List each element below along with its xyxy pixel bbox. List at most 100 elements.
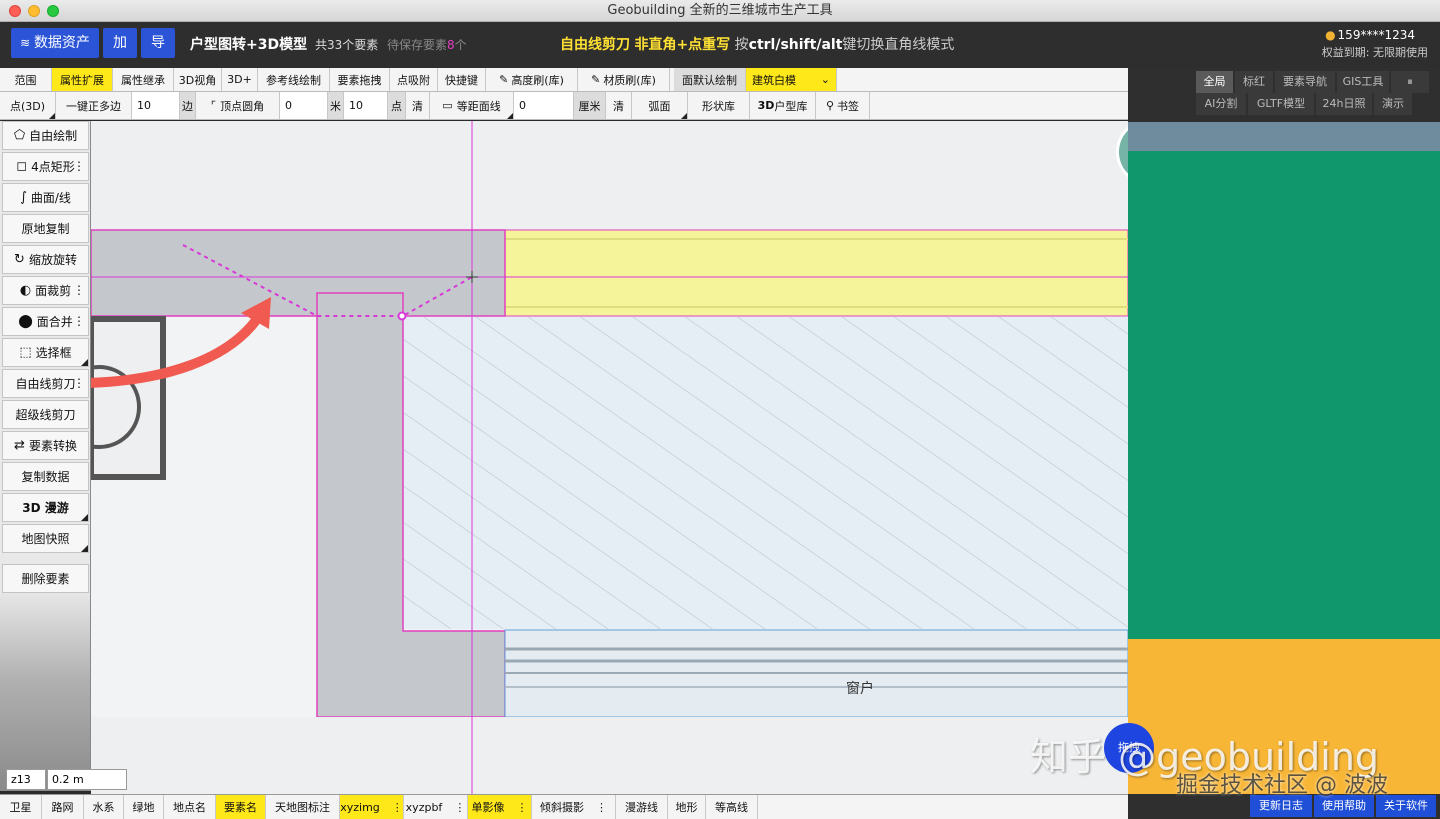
tool-face-clip[interactable]: ◐ 面裁剪 ⋮ (2, 276, 89, 305)
round-radius-input[interactable]: 0 (280, 92, 328, 119)
tool-regular-polygon[interactable]: 一键正多边 (56, 92, 132, 119)
layer-terrain[interactable]: 地形 (668, 795, 706, 819)
layer-satellite[interactable]: 卫星 (0, 795, 42, 819)
tool-height-brush[interactable]: ✎ 高度刷(库) (486, 68, 578, 91)
layer-roam-line[interactable]: 漫游线 (616, 795, 668, 819)
rotate-icon: ↻ (14, 252, 25, 267)
minimize-window-button[interactable] (28, 5, 40, 17)
layer-green[interactable]: 绿地 (124, 795, 164, 819)
layer-xyzpbf[interactable]: xyzpbf ⋮ (404, 795, 468, 819)
copy-in-place-label: 原地复制 (21, 222, 70, 236)
layer-place-names[interactable]: 地点名 (164, 795, 216, 819)
tool-range[interactable]: 范围 (0, 68, 52, 91)
map-pin-icon: ⚲ (825, 99, 835, 112)
map-canvas[interactable]: 窗户 N (91, 121, 1128, 794)
tool-equidistant-line[interactable]: ▭ 等距面线 (430, 92, 514, 119)
more-icon[interactable]: ⋮ (517, 801, 528, 814)
yellow-beam-feature[interactable] (504, 229, 1128, 317)
layer-contours[interactable]: 等高线 (706, 795, 758, 819)
close-window-button[interactable] (9, 5, 21, 17)
tool-attr-extend[interactable]: 属性扩展 (52, 68, 113, 91)
tool-roam-3d[interactable]: 3D 漫游 (2, 493, 89, 522)
watermark-juejin: 掘金技术社区 @ 波波 (1176, 773, 1388, 798)
tool-point-3d[interactable]: 点(3D) (0, 92, 56, 119)
app-header: ≋ 数据资产 加 导 户型图转+3D模型 共33个要素 待保存要素8个 自由线剪… (0, 22, 1440, 82)
tool-scale-rotate[interactable]: ↻ 缩放旋转 (2, 245, 89, 274)
tool-copy-in-place[interactable]: 原地复制 (2, 214, 89, 243)
layer-feature-names[interactable]: 要素名 (216, 795, 266, 819)
panel-collapse-button[interactable]: ⏸ (1391, 71, 1429, 93)
layer-tianditu-labels[interactable]: 天地图标注 (266, 795, 340, 819)
more-icon[interactable]: ⋮ (73, 314, 85, 328)
tool-free-draw[interactable]: ⬠ 自由绘制 (2, 121, 89, 150)
add-button[interactable]: 加 (103, 28, 137, 58)
tool-shape-library[interactable]: 形状库 (688, 92, 750, 119)
tool-face-default-draw[interactable]: 面默认绘制 (674, 68, 746, 91)
tool-arc-face[interactable]: 弧面 (632, 92, 688, 119)
export-button[interactable]: 导 (141, 28, 175, 58)
tool-point-snap[interactable]: 点吸附 (390, 68, 438, 91)
layer-water[interactable]: 水系 (84, 795, 124, 819)
tab-gis-tools[interactable]: GIS工具 (1337, 71, 1389, 93)
scale-rotate-label: 缩放旋转 (28, 253, 77, 267)
tool-guide-line[interactable]: 参考线绘制 (258, 68, 330, 91)
data-assets-button[interactable]: ≋ 数据资产 (11, 28, 99, 58)
tool-vertex-round[interactable]: ⌜ 顶点圆角 (196, 92, 280, 119)
tool-rect-4pt[interactable]: ◻ 4点矩形 ⋮ (2, 152, 89, 181)
sides-unit: 边 (180, 92, 196, 119)
tool-material-brush[interactable]: ✎ 材质刷(库) (578, 68, 670, 91)
more-icon[interactable]: ⋮ (73, 376, 85, 390)
tool-curve[interactable]: ∫ 曲面/线 (2, 183, 89, 212)
tool-face-merge[interactable]: ⬤ 面合并 ⋮ (2, 307, 89, 336)
tool-bookmark[interactable]: ⚲ 书签 (816, 92, 870, 119)
tool-select-box[interactable]: ⬚ 选择框 (2, 338, 89, 367)
layer-roads[interactable]: 路网 (42, 795, 84, 819)
more-icon[interactable]: ⋮ (73, 159, 85, 173)
user-account[interactable]: ● 159****1234 (1325, 28, 1415, 42)
zoom-window-button[interactable] (47, 5, 59, 17)
round-points-input[interactable]: 10 (344, 92, 388, 119)
door-block (91, 316, 166, 480)
tool-delete-feature[interactable]: 删除要素 (2, 564, 89, 593)
clear-equidistant-button[interactable]: 清 (606, 92, 632, 119)
building-type-select[interactable]: 建筑白模 ⌄ (746, 68, 837, 91)
tab-mark-red[interactable]: 标红 (1235, 71, 1273, 93)
tab-feature-nav[interactable]: 要素导航 (1275, 71, 1335, 93)
more-icon[interactable]: ⋮ (73, 283, 85, 297)
layer-xyzimg[interactable]: xyzimg ⋮ (340, 795, 404, 819)
wall-top-feature[interactable] (91, 229, 506, 317)
tab-demo[interactable]: 演示 (1374, 93, 1412, 115)
tool-map-snapshot[interactable]: 地图快照 (2, 524, 89, 553)
tool-copy-data[interactable]: 复制数据 (2, 462, 89, 491)
tool-attr-inherit[interactable]: 属性继承 (113, 68, 174, 91)
tab-gltf-model[interactable]: GLTF模型 (1248, 93, 1314, 115)
tool-shortcuts[interactable]: 快捷键 (438, 68, 486, 91)
tool-feature-drag[interactable]: 要素拖拽 (330, 68, 390, 91)
half-circle-icon: ◐ (19, 283, 32, 298)
hint-pre: 按 (734, 37, 749, 53)
merge-circles-icon: ⬤ (18, 314, 33, 329)
tool-floorplan-library[interactable]: 3D 户型库 (750, 92, 816, 119)
equidistant-input[interactable]: 0 (514, 92, 574, 119)
tab-sunlight[interactable]: 24h日照 (1316, 93, 1372, 115)
model-lib-suffix: 户型库 (774, 99, 808, 113)
xyzpbf-label: xyzpbf (405, 800, 443, 814)
tool-3d-plus[interactable]: 3D+ (222, 68, 258, 91)
polygon-sides-input[interactable]: 10 (132, 92, 180, 119)
tab-global[interactable]: 全局 (1196, 71, 1233, 93)
clear-round-button[interactable]: 清 (406, 92, 430, 119)
tool-convert-feature[interactable]: ⇄ 要素转换 (2, 431, 89, 460)
tool-super-line-scissors[interactable]: 超级线剪刀 (2, 400, 89, 429)
tool-free-line-scissors[interactable]: 自由线剪刀 ⋮ (2, 369, 89, 398)
layer-oblique-photo[interactable]: 倾斜摄影 ⋮ (532, 795, 616, 819)
more-icon[interactable]: ⋮ (454, 801, 465, 814)
floor-hatch (403, 317, 1128, 629)
selection-box-icon: ⬚ (19, 345, 32, 360)
tool-3d-view[interactable]: 3D视角 (174, 68, 222, 91)
more-icon[interactable]: ⋮ (392, 801, 403, 814)
window-label: 窗户 (846, 681, 874, 697)
tab-ai-segment[interactable]: AI分割 (1196, 93, 1246, 115)
cut-vertex[interactable] (397, 311, 407, 321)
more-icon[interactable]: ⋮ (596, 801, 607, 814)
layer-single-image[interactable]: 单影像 ⋮ (468, 795, 532, 819)
